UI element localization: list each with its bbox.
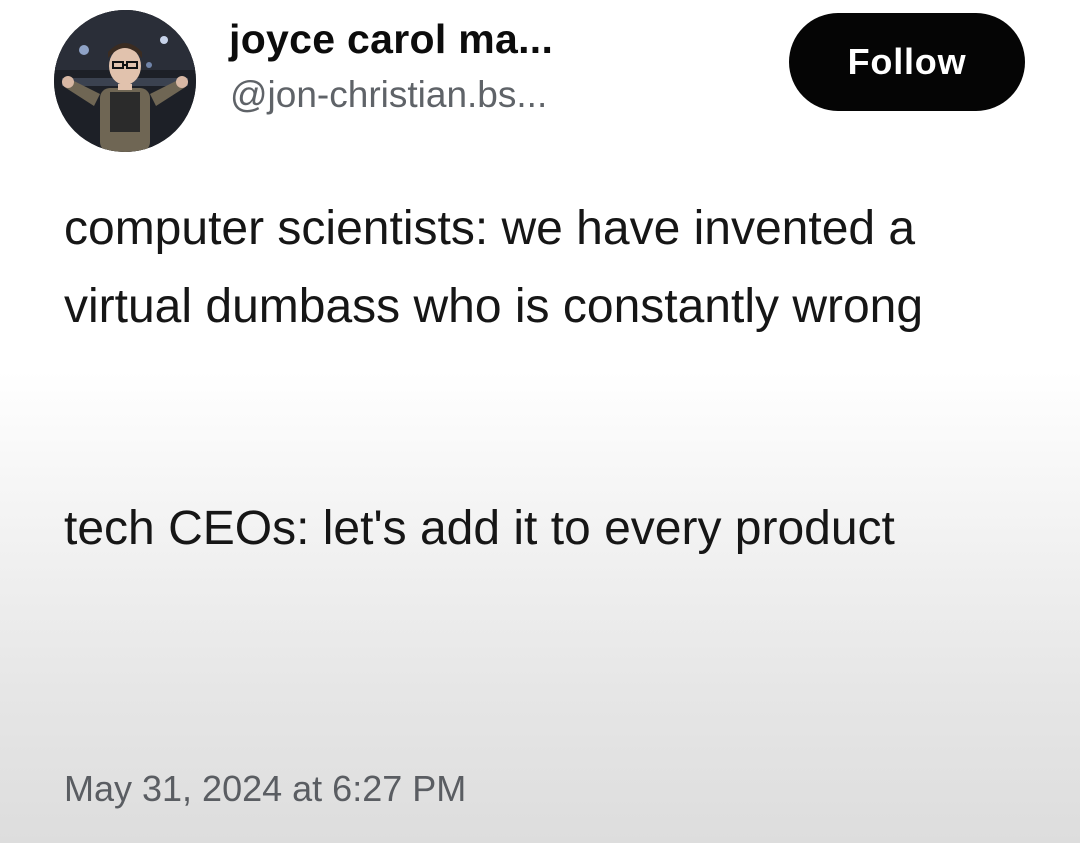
user-handle[interactable]: @jon-christian.bs... [230, 74, 547, 116]
follow-button[interactable]: Follow [789, 13, 1025, 111]
post-card: joyce carol ma... @jon-christian.bs... F… [0, 0, 1080, 843]
avatar[interactable] [54, 10, 196, 152]
post-text-paragraph: tech CEOs: let's add it to every product [64, 502, 895, 555]
post-text-paragraph: computer scientists: we have invented a … [64, 202, 924, 333]
display-name[interactable]: joyce carol ma... [229, 16, 553, 63]
post-timestamp[interactable]: May 31, 2024 at 6:27 PM [64, 768, 466, 810]
